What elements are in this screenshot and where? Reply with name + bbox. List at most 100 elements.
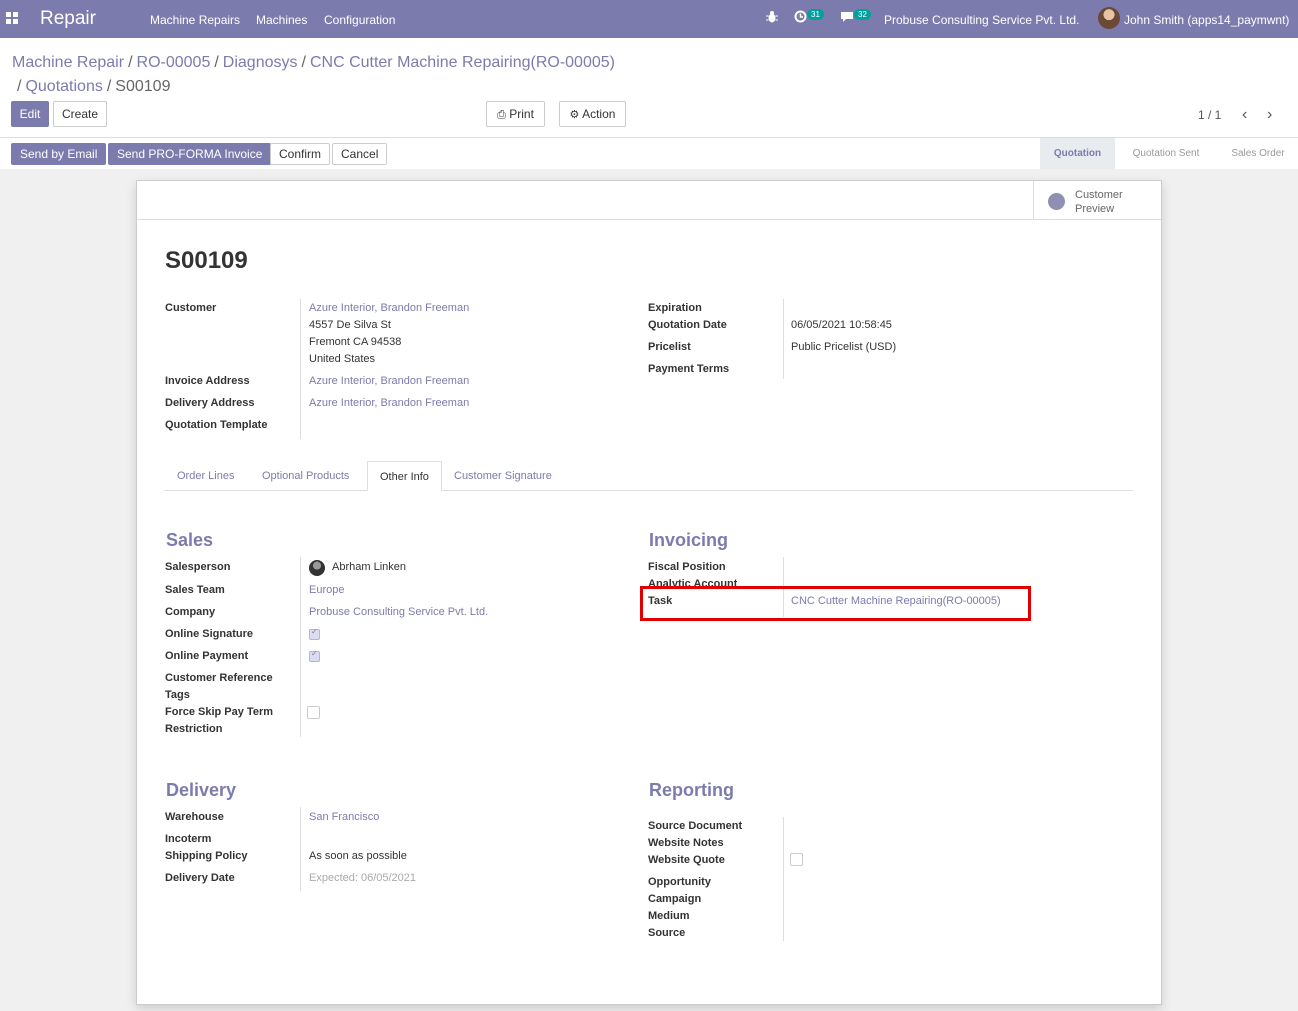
force-skip-label-line2: Restriction [165, 723, 223, 735]
shipping-policy-label: Shipping Policy [165, 850, 248, 862]
analytic-account-label: Analytic Account [648, 578, 738, 586]
divider [300, 557, 301, 737]
menu-configuration[interactable]: Configuration [324, 13, 395, 27]
action-label: Action [582, 107, 616, 121]
tags-label: Tags [165, 689, 190, 701]
breadcrumb-repair-task[interactable]: CNC Cutter Machine Repairing(RO-00005) [310, 54, 615, 71]
reporting-section-title: Reporting [649, 780, 734, 800]
expiration-label: Expiration [648, 302, 702, 314]
confirm-button[interactable]: Confirm [270, 143, 331, 165]
invoice-address-label: Invoice Address [165, 375, 250, 387]
cancel-button[interactable]: Cancel [332, 143, 388, 165]
sales-team-field[interactable]: Europe [309, 582, 344, 599]
divider [783, 299, 784, 379]
opportunity-label: Opportunity [648, 876, 711, 888]
stage-quotation[interactable]: Quotation [1040, 138, 1115, 169]
delivery-address-field[interactable]: Azure Interior, Brandon Freeman [309, 395, 469, 412]
message-count-badge: 32 [854, 9, 871, 20]
medium-label: Medium [648, 910, 690, 922]
source-document-label: Source Document [648, 820, 743, 832]
sales-team-label: Sales Team [165, 584, 225, 596]
print-button[interactable]: ⎙ Print [486, 101, 545, 127]
quotation-date-field[interactable]: 06/05/2021 10:58:45 [791, 317, 892, 334]
customer-label: Customer [165, 302, 217, 314]
preview-label-1: Customer [1075, 189, 1123, 201]
customer-address-line1: 4557 De Silva St [309, 319, 391, 331]
divider [300, 299, 301, 439]
warehouse-label: Warehouse [165, 811, 224, 823]
action-button[interactable]: ⚙ Action [559, 101, 626, 127]
company-switcher[interactable]: Probuse Consulting Service Pvt. Ltd. [884, 13, 1079, 27]
menu-machines[interactable]: Machines [256, 13, 307, 27]
edit-button[interactable]: Edit [11, 101, 49, 127]
shipping-policy-field[interactable]: As soon as possible [309, 848, 407, 865]
source-label: Source [648, 927, 686, 939]
online-payment-label: Online Payment [165, 650, 249, 662]
pager-value[interactable]: 1 / 1 [1198, 108, 1221, 122]
highlight-box [640, 586, 1031, 621]
debug-bug-icon[interactable] [766, 10, 778, 27]
activity-icon[interactable]: 31 [794, 9, 824, 28]
quotation-template-label: Quotation Template [165, 419, 268, 431]
company-field[interactable]: Probuse Consulting Service Pvt. Ltd. [309, 604, 488, 621]
payment-terms-label: Payment Terms [648, 363, 730, 375]
customer-address-line2: Fremont CA 94538 [309, 336, 402, 348]
send-by-email-button[interactable]: Send by Email [11, 143, 107, 165]
pricelist-field[interactable]: Public Pricelist (USD) [791, 339, 896, 356]
tab-optional-products[interactable]: Optional Products [250, 461, 361, 491]
print-label: Print [509, 107, 534, 121]
top-navbar: Repair Machine Repairs Machines Configur… [0, 0, 1298, 38]
user-menu[interactable]: John Smith (apps14_paymwnt) [1124, 13, 1289, 27]
apps-menu-icon[interactable] [6, 12, 18, 24]
campaign-label: Campaign [648, 893, 702, 905]
breadcrumb-current: S00109 [115, 78, 171, 95]
breadcrumb-machine-repair[interactable]: Machine Repair [12, 54, 124, 71]
delivery-date-label: Delivery Date [165, 872, 235, 884]
online-payment-checkbox[interactable] [309, 649, 320, 662]
record-title: S00109 [165, 247, 248, 274]
fiscal-position-label: Fiscal Position [648, 561, 726, 573]
button-box: Customer Preview [137, 181, 1161, 220]
app-name[interactable]: Repair [40, 8, 96, 30]
salesperson-avatar [309, 560, 325, 576]
send-proforma-button[interactable]: Send PRO-FORMA Invoice [108, 143, 272, 165]
online-signature-checkbox[interactable] [309, 627, 320, 640]
customer-field[interactable]: Azure Interior, Brandon Freeman [309, 300, 469, 317]
messages-icon[interactable]: 32 [840, 9, 871, 28]
delivery-section-title: Delivery [166, 780, 237, 800]
breadcrumb-ro[interactable]: RO-00005 [137, 54, 211, 71]
print-icon: ⎙ [497, 109, 506, 121]
tab-order-lines[interactable]: Order Lines [165, 461, 246, 491]
website-quote-checkbox[interactable] [790, 853, 803, 866]
force-skip-checkbox[interactable] [307, 706, 320, 719]
customer-address-line3: United States [309, 353, 376, 365]
pager-previous-icon[interactable]: ‹ [1242, 106, 1247, 124]
incoterm-label: Incoterm [165, 833, 212, 845]
customer-preview-button[interactable]: Customer Preview [1033, 181, 1161, 220]
tab-other-info[interactable]: Other Info [367, 461, 442, 491]
divider [783, 817, 784, 941]
warehouse-field[interactable]: San Francisco [309, 809, 379, 826]
create-button[interactable]: Create [53, 101, 107, 127]
customer-reference-label: Customer Reference [165, 672, 273, 684]
breadcrumb-quotations[interactable]: Quotations [25, 78, 102, 95]
breadcrumb-diagnosys[interactable]: Diagnosys [223, 54, 298, 71]
sales-section-title: Sales [166, 530, 214, 550]
pager-next-icon[interactable]: › [1267, 106, 1272, 124]
quotation-date-label: Quotation Date [648, 319, 727, 331]
statusbar: Send by Email Send PRO-FORMA Invoice Con… [0, 137, 1298, 169]
salesperson-field[interactable]: Abrham Linken [332, 559, 406, 576]
website-quote-label: Website Quote [648, 854, 725, 866]
company-label: Company [165, 606, 216, 618]
form-sheet: Customer Preview S00109 Customer Azure In… [136, 180, 1162, 1005]
menu-machine-repairs[interactable]: Machine Repairs [150, 13, 240, 27]
stage-quotation-sent[interactable]: Quotation Sent [1118, 138, 1214, 169]
breadcrumb: Machine Repair / RO-00005/Diagnosys / CNC Cu… [12, 54, 615, 95]
stage-sales-order[interactable]: Sales Order [1218, 138, 1298, 169]
notebook-tabs: Order Lines Optional Products Other Info… [165, 461, 1133, 491]
tab-customer-signature[interactable]: Customer Signature [442, 461, 564, 491]
invoice-address-field[interactable]: Azure Interior, Brandon Freeman [309, 373, 469, 390]
invoicing-section-title: Invoicing [649, 530, 729, 550]
delivery-date-field[interactable]: Expected: 06/05/2021 [309, 870, 416, 887]
user-avatar[interactable] [1098, 7, 1120, 29]
